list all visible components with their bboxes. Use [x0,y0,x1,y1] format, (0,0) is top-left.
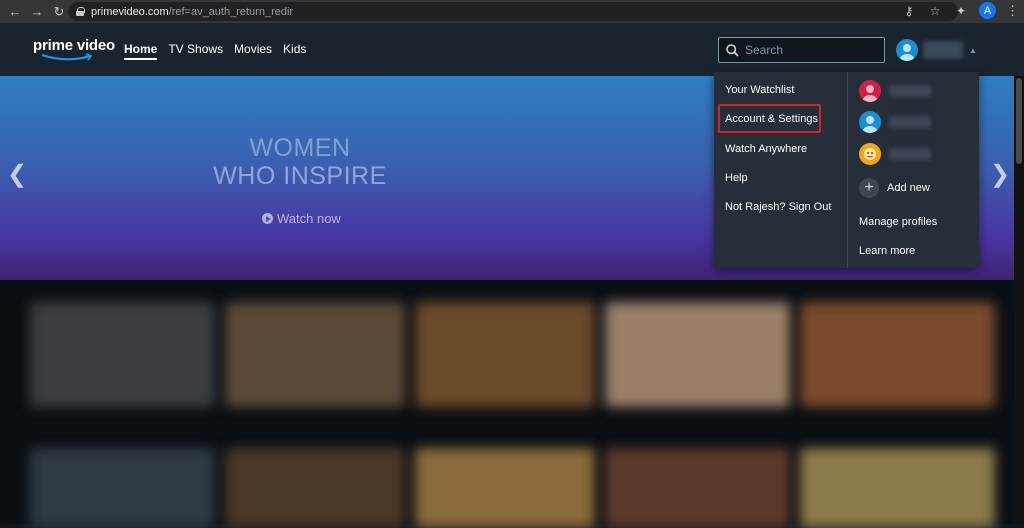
nav-home[interactable]: Home [124,42,158,60]
content-rows [0,280,1024,528]
back-arrow-icon: ← [8,4,22,19]
menu-your-watchlist[interactable]: Your Watchlist [725,84,795,96]
menu-sign-out[interactable]: Not Rajesh? Sign Out [725,201,831,213]
profiles-list: + Add new Manage profiles Learn more [848,72,979,268]
lock-icon [76,7,85,16]
logo-smile-icon [41,53,93,61]
content-tile[interactable] [800,302,995,407]
hero-title-line-2: WHO INSPIRE [213,162,387,190]
nav-movies[interactable]: Movies [234,42,272,60]
nav-tv-shows[interactable]: TV Shows [168,42,223,60]
main-nav: Home TV Shows Movies Kids [124,42,306,60]
content-tile[interactable] [30,302,215,407]
add-new-profile[interactable]: + Add new [859,178,930,198]
browser-toolbar: ← → ↻ primevideo.com/ref=av_auth_return_… [0,0,1024,23]
profile-avatar-kids [859,143,881,165]
reload-button[interactable]: ↻ [48,1,70,23]
content-tile[interactable] [30,448,215,528]
profile-menu-trigger[interactable]: ▲ [896,39,977,61]
nav-kids[interactable]: Kids [283,42,306,60]
profile-avatar-blue [859,111,881,133]
content-tile[interactable] [225,302,405,407]
user-silhouette-icon [863,85,877,102]
profile-name-redacted [889,148,931,160]
user-silhouette-icon [863,116,877,133]
content-tile[interactable] [415,448,595,528]
content-tile[interactable] [800,448,995,528]
profile-item-3[interactable] [859,143,931,165]
profile-name-redacted [889,85,931,97]
scrollbar-thumb[interactable] [1016,78,1022,164]
search-icon [726,43,739,57]
caret-up-icon: ▲ [969,45,977,55]
profile-name-redacted [889,116,931,128]
browser-actions: ⚷ ☆ ✦ A ⋮ [901,2,1019,19]
forward-arrow-icon: → [30,4,44,19]
user-silhouette-icon [900,44,914,61]
watch-now-button[interactable]: Watch now [262,211,341,226]
manage-profiles-link[interactable]: Manage profiles [859,216,937,228]
account-settings-highlight [718,104,821,133]
menu-watch-anywhere[interactable]: Watch Anywhere [725,143,807,155]
url-host: primevideo.com [91,5,169,18]
hero-title-line-1: WOMEN [249,134,351,162]
hero-prev-arrow-icon[interactable]: ❮ [7,160,27,189]
site-header: prime video Home TV Shows Movies Kids Se… [0,23,1024,76]
content-tile[interactable] [415,302,595,407]
bookmark-star-icon[interactable]: ☆ [927,4,943,18]
hero-next-arrow-icon[interactable]: ❯ [990,160,1010,189]
page-scrollbar[interactable] [1014,76,1024,524]
prime-video-logo[interactable]: prime video [33,37,115,54]
forward-button[interactable]: → [26,1,48,23]
key-icon[interactable]: ⚷ [901,4,917,18]
profile-item-2[interactable] [859,111,931,133]
content-tile[interactable] [225,448,405,528]
url-path: /ref=av_auth_return_redir [168,5,294,18]
content-tile[interactable] [605,448,790,528]
plus-icon: + [859,178,879,198]
play-icon [262,213,273,224]
add-new-label: Add new [887,182,930,194]
learn-more-link[interactable]: Learn more [859,245,915,257]
search-input[interactable]: Search [718,37,885,63]
extensions-puzzle-icon[interactable]: ✦ [953,4,969,18]
reload-icon: ↻ [53,3,65,19]
content-tile[interactable] [605,302,790,407]
back-button[interactable]: ← [4,1,26,23]
address-bar[interactable]: primevideo.com/ref=av_auth_return_redir [68,2,958,21]
profile-avatar [896,39,918,61]
menu-help[interactable]: Help [725,172,748,184]
search-placeholder: Search [745,43,784,57]
smiley-face-icon [864,148,876,160]
browser-profile-avatar[interactable]: A [979,2,996,19]
watch-now-label: Watch now [277,211,341,226]
account-dropdown: Your Watchlist Account & Settings Watch … [714,72,979,268]
browser-menu-icon[interactable]: ⋮ [1006,4,1019,17]
profile-item-1[interactable] [859,80,931,102]
account-menu-list: Your Watchlist Account & Settings Watch … [714,72,847,268]
profile-avatar-red [859,80,881,102]
profile-name-redacted [923,41,963,59]
